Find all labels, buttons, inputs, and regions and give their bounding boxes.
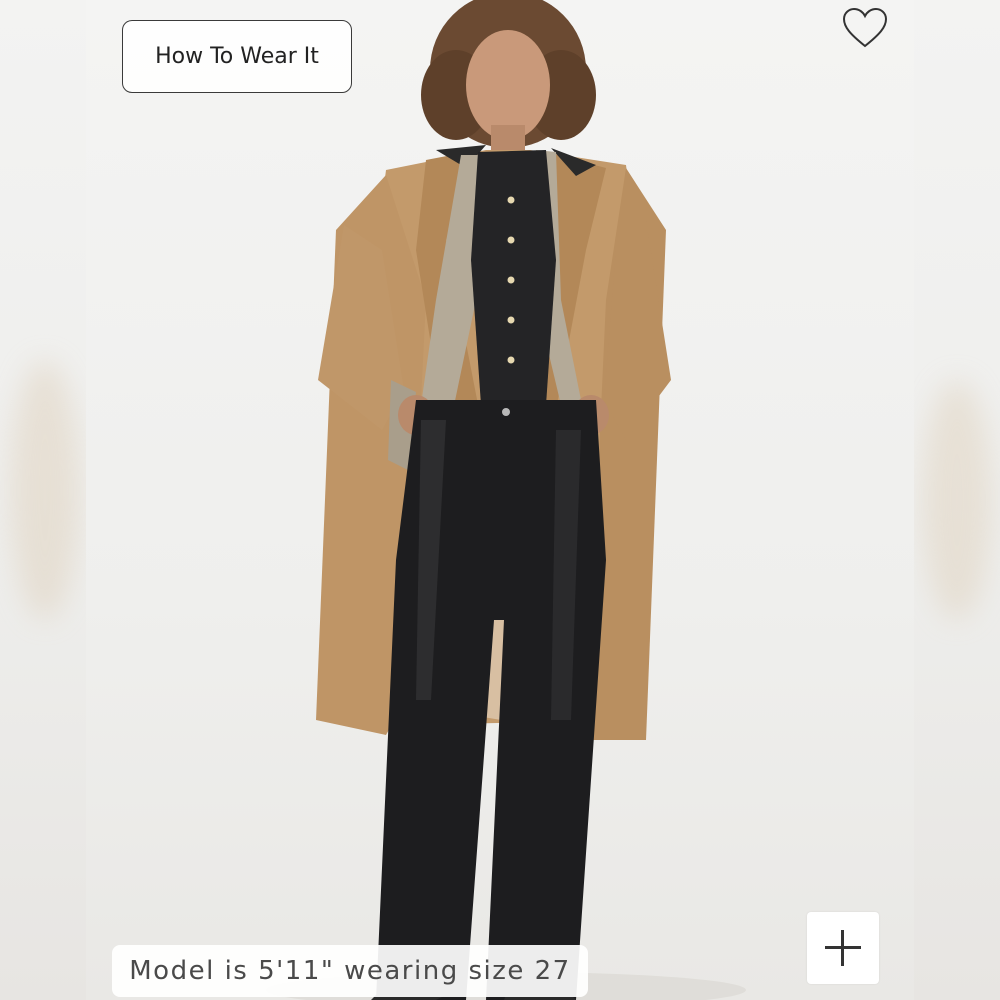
product-image-viewer: How To Wear It Model is 5'11" wearing si… [0,0,1000,1000]
expand-button[interactable] [807,912,879,984]
favorite-button[interactable] [840,6,890,52]
product-photo [86,0,914,1000]
how-to-wear-it-button[interactable]: How To Wear It [122,20,352,93]
right-blurred-panel [914,0,1000,1000]
model-illustration [266,0,746,1000]
left-blurred-panel [0,0,86,1000]
model-size-caption: Model is 5'11" wearing size 27 [112,945,588,997]
heart-icon [842,7,888,48]
